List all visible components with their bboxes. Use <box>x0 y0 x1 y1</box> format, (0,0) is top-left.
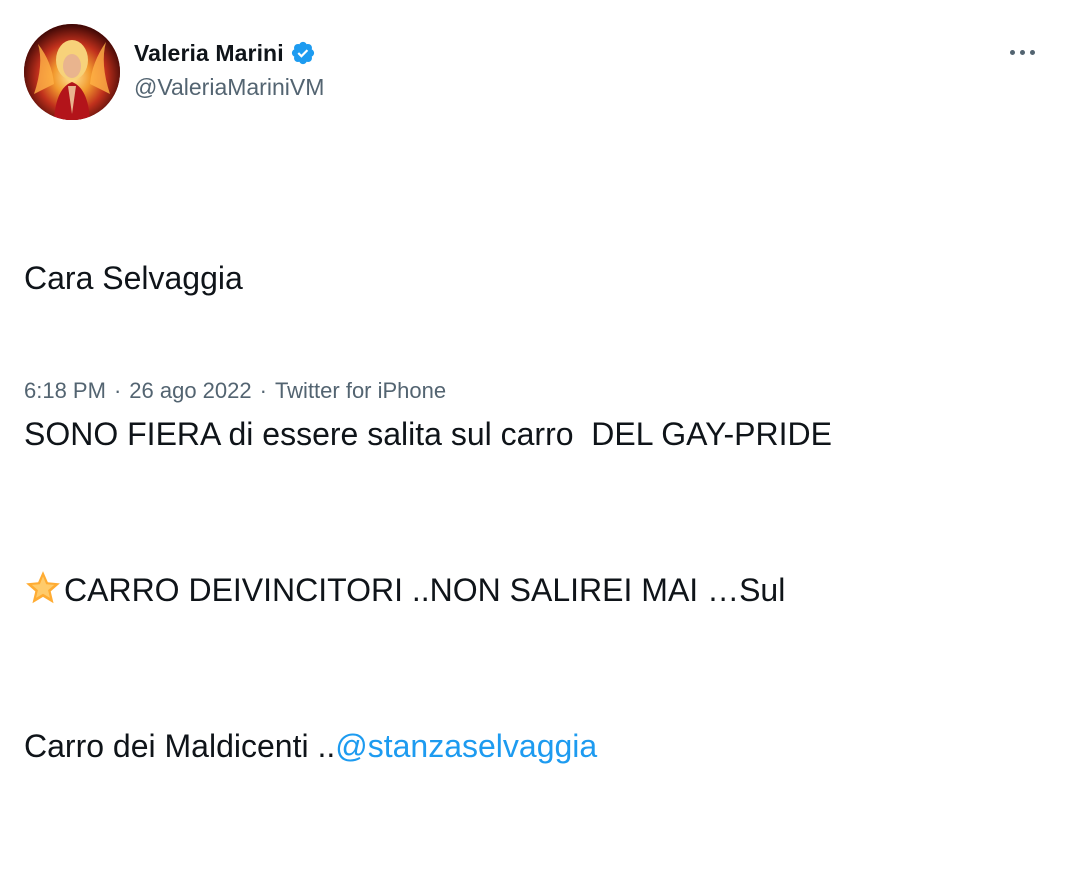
tweet-line-4-text: Carro dei Maldicenti .. <box>24 728 336 764</box>
tweet-line-3: CARRO DEIVINCITORI ..NON SALIREI MAI …Su… <box>24 564 1054 616</box>
tweet-text: Cara Selvaggia SONO FIERA di essere sali… <box>24 148 1054 872</box>
mention-link[interactable]: @stanzaselvaggia <box>335 728 597 764</box>
tweet-line-4: Carro dei Maldicenti ..@stanzaselvaggia <box>24 720 1054 772</box>
display-name[interactable]: Valeria Marini <box>134 40 284 67</box>
more-options-icon <box>1019 49 1025 55</box>
avatar-image <box>24 24 120 120</box>
verified-badge-icon <box>290 40 316 66</box>
avatar[interactable] <box>24 24 120 120</box>
author-names: Valeria Marini @ValeriaMariniVM <box>134 38 324 101</box>
tweet-date[interactable]: 26 ago 2022 <box>129 378 251 404</box>
tweet-meta: 6:18 PM · 26 ago 2022 · Twitter for iPho… <box>24 378 446 404</box>
tweet-line: SONO FIERA di essere salita sul carro DE… <box>24 416 832 452</box>
tweet-line-3-text: CARRO DEIVINCITORI ..NON SALIREI MAI …Su… <box>64 572 786 608</box>
more-options-icon <box>1009 49 1015 55</box>
handle[interactable]: @ValeriaMariniVM <box>134 74 324 101</box>
more-options-icon <box>1029 49 1035 55</box>
tweet-header: Valeria Marini @ValeriaMariniVM <box>24 24 1044 120</box>
more-options-button[interactable] <box>1002 40 1042 64</box>
meta-separator: · <box>113 378 122 403</box>
display-name-row: Valeria Marini <box>134 38 324 68</box>
star-icon <box>24 569 62 607</box>
tweet-line: Cara Selvaggia <box>24 260 243 296</box>
tweet-source[interactable]: Twitter for iPhone <box>275 378 446 404</box>
tweet-time[interactable]: 6:18 PM <box>24 378 106 404</box>
meta-separator: · <box>259 378 267 403</box>
tweet-card: Valeria Marini @ValeriaMariniVM Cara Sel… <box>0 0 1068 764</box>
